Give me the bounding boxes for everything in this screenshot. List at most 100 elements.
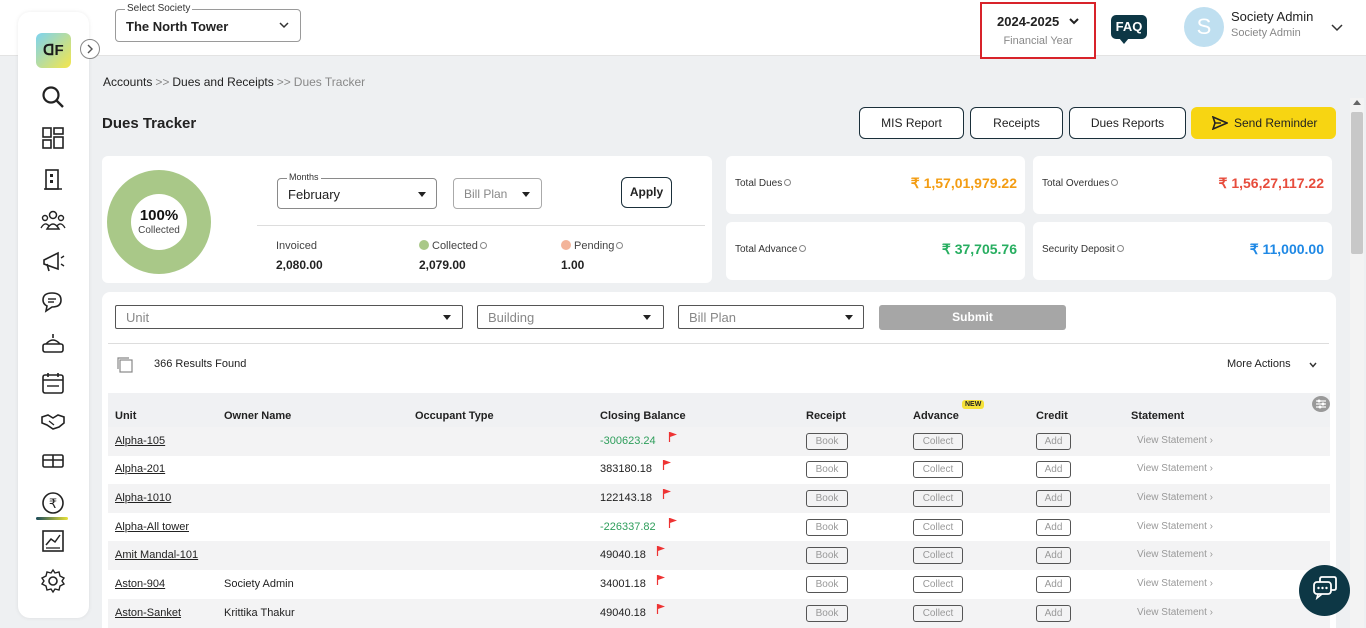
flag-icon[interactable] <box>656 545 666 557</box>
book-receipt-button[interactable]: Book <box>806 433 848 450</box>
months-select[interactable]: Months February <box>277 172 437 209</box>
mis-report-button[interactable]: MIS Report <box>859 107 964 139</box>
financial-year-select[interactable]: 2024-2025 Financial Year <box>980 2 1096 59</box>
dashboard-icon[interactable] <box>40 125 66 151</box>
breadcrumb-accounts[interactable]: Accounts <box>103 75 152 89</box>
support-chat-button[interactable] <box>1299 565 1350 616</box>
flag-icon[interactable] <box>656 603 666 615</box>
dues-reports-button[interactable]: Dues Reports <box>1069 107 1186 139</box>
logo-text: ᗡF <box>43 42 64 59</box>
add-credit-button[interactable]: Add <box>1036 576 1071 593</box>
flag-icon[interactable] <box>662 488 672 500</box>
user-menu-chevron-icon[interactable] <box>1330 20 1344 34</box>
flag-icon[interactable] <box>668 517 678 529</box>
info-icon[interactable] <box>784 179 792 186</box>
total-advance-label: Total Advance <box>735 244 807 255</box>
collect-advance-button[interactable]: Collect <box>913 433 963 450</box>
sidebar-collapse-button[interactable] <box>80 39 100 59</box>
view-statement-link[interactable]: View Statement › <box>1137 435 1213 446</box>
collect-advance-button[interactable]: Collect <box>913 490 963 507</box>
add-credit-button[interactable]: Add <box>1036 490 1071 507</box>
unit-link[interactable]: Alpha-All tower <box>115 521 189 533</box>
society-select-label: Select Society <box>125 3 193 14</box>
add-credit-button[interactable]: Add <box>1036 605 1071 622</box>
column-settings-button[interactable] <box>1312 396 1330 412</box>
info-icon[interactable] <box>616 242 624 249</box>
book-receipt-button[interactable]: Book <box>806 519 848 536</box>
collect-advance-button[interactable]: Collect <box>913 547 963 564</box>
info-icon[interactable] <box>1111 179 1119 186</box>
collect-advance-button[interactable]: Collect <box>913 461 963 478</box>
breadcrumb-separator: >> <box>276 75 291 89</box>
collect-advance-button[interactable]: Collect <box>913 519 963 536</box>
amenities-icon[interactable] <box>40 448 66 474</box>
unit-link[interactable]: Alpha-105 <box>115 435 165 447</box>
scroll-thumb[interactable] <box>1351 112 1363 254</box>
book-receipt-button[interactable]: Book <box>806 605 848 622</box>
select-all-icon[interactable] <box>116 356 134 374</box>
more-actions-button[interactable]: More Actions <box>1227 358 1291 370</box>
book-receipt-button[interactable]: Book <box>806 461 848 478</box>
unit-link[interactable]: Aston-Sanket <box>115 607 181 619</box>
society-select[interactable]: Select Society The North Tower <box>115 3 301 42</box>
book-receipt-button[interactable]: Book <box>806 576 848 593</box>
unit-select[interactable]: Unit <box>115 305 463 329</box>
accounts-rupee-icon[interactable]: ₹ <box>40 490 66 516</box>
unit-link[interactable]: Alpha-201 <box>115 463 165 475</box>
service-icon[interactable] <box>40 330 66 356</box>
collect-advance-button[interactable]: Collect <box>913 605 963 622</box>
flag-icon[interactable] <box>668 431 678 443</box>
unit-link[interactable]: Alpha-1010 <box>115 492 171 504</box>
flag-icon[interactable] <box>662 459 672 471</box>
apply-button[interactable]: Apply <box>621 177 672 208</box>
view-statement-link[interactable]: View Statement › <box>1137 578 1213 589</box>
bill-plan-filter-select[interactable]: Bill Plan <box>678 305 864 329</box>
breadcrumb-dues-receipts[interactable]: Dues and Receipts <box>172 75 273 89</box>
calendar-icon[interactable] <box>40 370 66 396</box>
book-receipt-button[interactable]: Book <box>806 490 848 507</box>
building-select[interactable]: Building <box>477 305 664 329</box>
handshake-icon[interactable] <box>40 408 66 434</box>
add-credit-button[interactable]: Add <box>1036 461 1071 478</box>
scroll-up-arrow-icon[interactable] <box>1353 100 1361 105</box>
add-credit-button[interactable]: Add <box>1036 547 1071 564</box>
faq-button[interactable]: FAQ <box>1111 15 1147 44</box>
reports-icon[interactable] <box>40 528 66 554</box>
collect-advance-button[interactable]: Collect <box>913 576 963 593</box>
add-credit-button[interactable]: Add <box>1036 433 1071 450</box>
active-nav-indicator <box>36 517 68 520</box>
search-icon[interactable] <box>40 84 66 110</box>
book-receipt-button[interactable]: Book <box>806 547 848 564</box>
bill-plan-select[interactable]: Bill Plan <box>453 178 542 209</box>
chat-icon[interactable] <box>40 289 66 315</box>
info-icon[interactable] <box>799 245 807 252</box>
settings-icon[interactable] <box>40 568 66 594</box>
unit-link[interactable]: Amit Mandal-101 <box>115 549 198 561</box>
view-statement-link[interactable]: View Statement › <box>1137 492 1213 503</box>
view-statement-link[interactable]: View Statement › <box>1137 607 1213 618</box>
info-icon[interactable] <box>479 242 487 249</box>
members-icon[interactable] <box>40 207 66 233</box>
announcement-icon[interactable] <box>40 248 66 274</box>
table-row: Alpha-All tower -226337.82 Book Collect Add V… <box>108 513 1330 542</box>
view-statement-link[interactable]: View Statement › <box>1137 463 1213 474</box>
view-statement-link[interactable]: View Statement › <box>1137 549 1213 560</box>
send-reminder-button[interactable]: Send Reminder <box>1191 107 1336 139</box>
building-icon[interactable] <box>40 166 66 192</box>
submit-button[interactable]: Submit <box>879 305 1066 330</box>
view-statement-link[interactable]: View Statement › <box>1137 521 1213 532</box>
unit-link[interactable]: Aston-904 <box>115 578 165 590</box>
flag-icon[interactable] <box>656 574 666 586</box>
info-icon[interactable] <box>1116 245 1124 252</box>
svg-text:₹: ₹ <box>49 497 57 512</box>
collected-legend-dot <box>419 240 429 250</box>
col-occupant-type: Occupant Type <box>415 410 494 422</box>
total-advance-card: Total Advance ₹ 37,705.76 <box>726 222 1025 280</box>
add-credit-button[interactable]: Add <box>1036 519 1071 536</box>
avatar[interactable]: S <box>1184 7 1224 47</box>
page-scrollbar[interactable] <box>1350 98 1364 628</box>
user-name: Society Admin <box>1231 9 1314 24</box>
app-logo[interactable]: ᗡF <box>36 33 71 68</box>
table-row: Alpha-201 383180.18 Book Collect Add View Sta… <box>108 455 1330 484</box>
receipts-button[interactable]: Receipts <box>970 107 1063 139</box>
